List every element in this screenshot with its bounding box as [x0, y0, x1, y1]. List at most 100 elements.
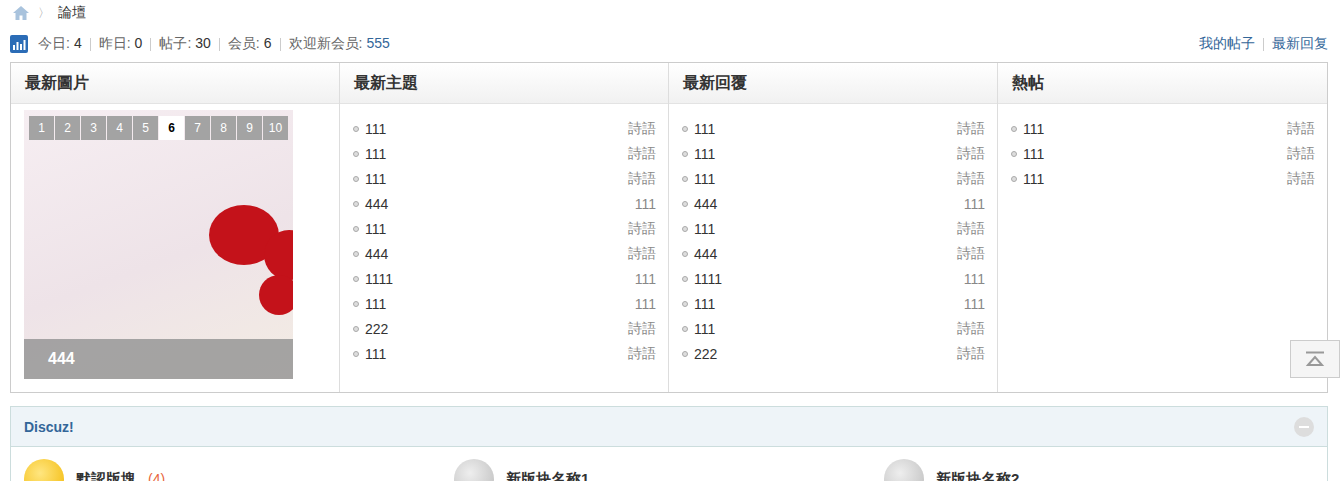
- breadcrumb-current[interactable]: 論壇: [58, 4, 86, 22]
- forum-page: 〉論壇今日:4昨日:0帖子:30会员:6欢迎新会员:555我的帖子最新回复最新圖…: [0, 0, 1342, 481]
- thread-title[interactable]: 111: [1023, 171, 1287, 187]
- thread-author[interactable]: 111: [635, 296, 656, 312]
- thread-author[interactable]: 詩語: [957, 320, 985, 338]
- forum-name[interactable]: 默認版塊: [76, 470, 136, 481]
- forum-item: 新版块名称2: [884, 459, 1314, 481]
- slide-caption[interactable]: 444: [24, 339, 293, 379]
- slide-page[interactable]: 9: [237, 116, 262, 140]
- thread-row: 111詩語: [353, 141, 656, 166]
- bullet-icon: [682, 326, 688, 332]
- thread-row: 111詩語: [353, 341, 656, 366]
- thread-title[interactable]: 111: [365, 121, 628, 137]
- stat-value[interactable]: 555: [366, 35, 389, 51]
- slide-page[interactable]: 3: [81, 116, 106, 140]
- thread-author[interactable]: 詩語: [628, 320, 656, 338]
- thread-title[interactable]: 222: [365, 321, 628, 337]
- home-icon[interactable]: [12, 5, 30, 21]
- thread-author[interactable]: 詩語: [628, 345, 656, 363]
- thread-title[interactable]: 1111: [365, 271, 635, 287]
- thread-author[interactable]: 詩語: [957, 345, 985, 363]
- thread-author[interactable]: 詩語: [957, 245, 985, 263]
- thread-title[interactable]: 111: [365, 221, 628, 237]
- thread-title[interactable]: 111: [1023, 146, 1287, 162]
- bullet-icon: [353, 276, 359, 282]
- list-column: 最新回覆111詩語111詩語111詩語444111111詩語444詩語11111…: [669, 63, 998, 392]
- stat-value: 6: [264, 35, 272, 51]
- forum-category: Discuz!默認版塊(4)新版块名称1新版块名称2: [10, 406, 1328, 481]
- thread-title[interactable]: 111: [694, 321, 957, 337]
- quick-link[interactable]: 最新回复: [1272, 35, 1328, 53]
- thread-author[interactable]: 詩語: [1287, 145, 1315, 163]
- thread-author[interactable]: 111: [964, 296, 985, 312]
- thread-row: 111詩語: [353, 216, 656, 241]
- thread-title[interactable]: 444: [694, 196, 964, 212]
- thread-title[interactable]: 222: [694, 346, 957, 362]
- stat-item: 今日:4: [38, 35, 82, 53]
- thread-author[interactable]: 詩語: [628, 120, 656, 138]
- bullet-icon: [682, 301, 688, 307]
- thread-author[interactable]: 111: [964, 196, 985, 212]
- thread-author[interactable]: 111: [964, 271, 985, 287]
- thread-title[interactable]: 111: [694, 221, 957, 237]
- thread-author[interactable]: 111: [635, 196, 656, 212]
- list-column: 最新主題111詩語111詩語111詩語444111111詩語444詩語11111…: [340, 63, 669, 392]
- forum-name[interactable]: 新版块名称1: [506, 470, 589, 481]
- thread-author[interactable]: 詩語: [1287, 120, 1315, 138]
- back-to-top-icon: [1305, 351, 1325, 367]
- thread-title[interactable]: 444: [694, 246, 957, 262]
- slide-page[interactable]: 1: [29, 116, 54, 140]
- thread-author[interactable]: 詩語: [628, 245, 656, 263]
- thread-list: 111詩語111詩語111詩語444111111詩語444詩語111111111…: [340, 104, 668, 366]
- slide-page[interactable]: 4: [107, 116, 132, 140]
- gallery-column: 最新圖片12345678910444: [11, 63, 340, 392]
- collapse-icon[interactable]: [1294, 417, 1314, 437]
- thread-row: 111詩語: [353, 116, 656, 141]
- slide-page[interactable]: 6: [159, 116, 184, 140]
- thread-title[interactable]: 111: [365, 346, 628, 362]
- category-title[interactable]: Discuz!: [24, 419, 74, 435]
- bullet-icon: [353, 326, 359, 332]
- thread-row: 444111: [353, 191, 656, 216]
- thread-author[interactable]: 詩語: [628, 220, 656, 238]
- stat-item: 会员:6: [228, 35, 272, 53]
- thread-title[interactable]: 1111: [694, 271, 964, 287]
- bullet-icon: [682, 176, 688, 182]
- thread-author[interactable]: 詩語: [628, 145, 656, 163]
- thread-author[interactable]: 詩語: [957, 170, 985, 188]
- thread-row: 111詩語: [1011, 166, 1315, 191]
- thread-row: 111詩語: [682, 166, 985, 191]
- slide-pager: 12345678910: [29, 116, 288, 140]
- thread-author[interactable]: 詩語: [957, 145, 985, 163]
- slide-page[interactable]: 7: [185, 116, 210, 140]
- image-slider[interactable]: 12345678910 444: [24, 110, 293, 379]
- bullet-icon: [353, 201, 359, 207]
- thread-title[interactable]: 111: [694, 171, 957, 187]
- thread-title[interactable]: 111: [694, 121, 957, 137]
- bullet-icon: [353, 351, 359, 357]
- thread-author[interactable]: 詩語: [957, 120, 985, 138]
- forum-name[interactable]: 新版块名称2: [936, 470, 1019, 481]
- thread-row: 111111: [353, 291, 656, 316]
- thread-author[interactable]: 詩語: [628, 170, 656, 188]
- forum-item: 新版块名称1: [454, 459, 884, 481]
- back-to-top-button[interactable]: [1290, 340, 1340, 378]
- thread-title[interactable]: 111: [365, 146, 628, 162]
- thread-author[interactable]: 詩語: [957, 220, 985, 238]
- bullet-icon: [682, 251, 688, 257]
- column-title: 最新主題: [340, 63, 668, 104]
- thread-title[interactable]: 444: [365, 196, 635, 212]
- thread-title[interactable]: 111: [365, 296, 635, 312]
- quick-link[interactable]: 我的帖子: [1199, 35, 1255, 53]
- slide-page[interactable]: 2: [55, 116, 80, 140]
- thread-title[interactable]: 111: [365, 171, 628, 187]
- slide-page[interactable]: 10: [263, 116, 288, 140]
- thread-author[interactable]: 詩語: [1287, 170, 1315, 188]
- thread-title[interactable]: 444: [365, 246, 628, 262]
- thread-author[interactable]: 111: [635, 271, 656, 287]
- slide-page[interactable]: 5: [133, 116, 158, 140]
- thread-title[interactable]: 111: [694, 296, 964, 312]
- stats-bar: 今日:4昨日:0帖子:30会员:6欢迎新会员:555我的帖子最新回复: [10, 26, 1328, 62]
- thread-title[interactable]: 111: [1023, 121, 1287, 137]
- thread-title[interactable]: 111: [694, 146, 957, 162]
- slide-page[interactable]: 8: [211, 116, 236, 140]
